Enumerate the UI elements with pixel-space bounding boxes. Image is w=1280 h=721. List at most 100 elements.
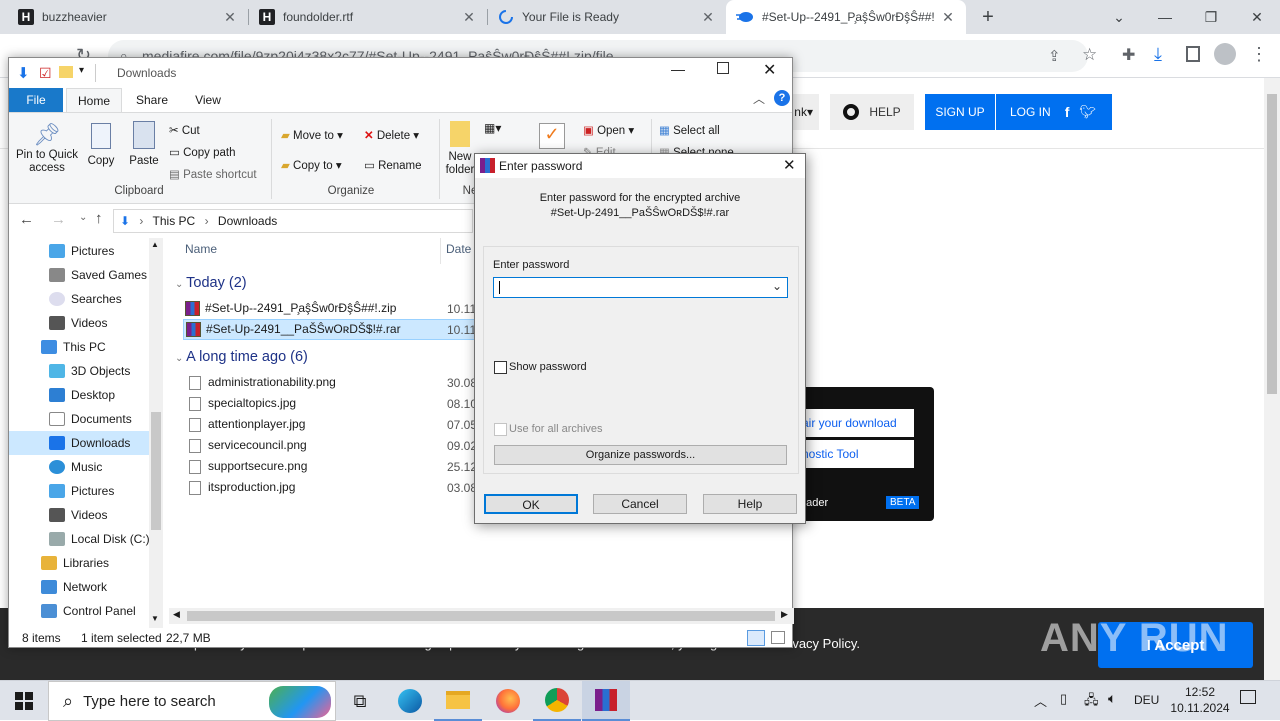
large-icons-view-icon[interactable] bbox=[771, 631, 785, 644]
breadcrumb[interactable]: ⬇ › This PC › Downloads bbox=[113, 209, 473, 233]
list-item[interactable]: #Set-Up--2491_P̧aş̂Ŝw0rĐş̂Ŝ##!.zip bbox=[185, 298, 485, 319]
properties-big-icon[interactable]: ✓ bbox=[539, 123, 565, 149]
tab-search-icon[interactable]: ⌄ bbox=[1096, 0, 1142, 34]
notifications-icon[interactable] bbox=[1240, 690, 1256, 704]
tab-buzzheavier[interactable]: H buzzheavier ✕ bbox=[8, 0, 248, 34]
list-item[interactable]: administrationability.png bbox=[189, 372, 336, 393]
nav-control-panel[interactable]: Control Panel bbox=[41, 599, 136, 623]
rename-button[interactable]: ▭ Rename bbox=[364, 158, 422, 172]
nav-this-pc[interactable]: This PC bbox=[41, 335, 106, 359]
clock-date[interactable]: 10.11.2024 bbox=[1162, 701, 1238, 715]
open-button[interactable]: ▣ Open ▾ bbox=[583, 123, 634, 137]
list-item[interactable]: itsproduction.jpg bbox=[189, 477, 295, 498]
ok-button[interactable]: OK bbox=[484, 494, 578, 514]
twitter-icon[interactable]: 🐦︎ bbox=[1079, 104, 1096, 120]
tab-close-icon[interactable]: ✕ bbox=[222, 9, 238, 26]
breadcrumb-this-pc[interactable]: This PC bbox=[153, 214, 196, 228]
help-button[interactable]: Help bbox=[703, 494, 797, 514]
list-item[interactable]: supportsecure.png bbox=[189, 456, 307, 477]
password-input[interactable]: ⌄ bbox=[493, 277, 788, 298]
language-indicator[interactable]: DEU bbox=[1134, 693, 1159, 707]
list-item[interactable]: servicecouncil.png bbox=[189, 435, 307, 456]
network-icon[interactable]: 🖧︎ bbox=[1084, 691, 1099, 713]
use-for-all-checkbox[interactable] bbox=[494, 423, 507, 436]
up-arrow-icon[interactable]: ↑ bbox=[95, 210, 103, 227]
tab-close-icon[interactable]: ✕ bbox=[461, 9, 477, 26]
nav-saved-games[interactable]: Saved Games bbox=[49, 263, 147, 287]
help-icon[interactable]: ? bbox=[774, 90, 790, 106]
nav-searches[interactable]: Searches bbox=[49, 287, 122, 311]
restore-icon[interactable]: ❐ bbox=[1188, 0, 1234, 34]
nav-local-disk[interactable]: Local Disk (C:) bbox=[49, 527, 150, 551]
tab-active-setup[interactable]: #Set-Up--2491_P̧aş̂Ŝw0rĐş̂Ŝ##! ✕ bbox=[726, 0, 966, 34]
nav-downloads[interactable]: Downloads bbox=[9, 431, 149, 455]
collapse-ribbon-icon[interactable]: ︿ bbox=[753, 90, 765, 107]
volume-icon[interactable]: 🔈︎ bbox=[1108, 690, 1116, 707]
group-long-ago[interactable]: ⌄ A long time ago (6) bbox=[175, 349, 308, 365]
tab-foundolder[interactable]: H foundolder.rtf ✕ bbox=[249, 0, 487, 34]
minimize-icon[interactable]: — bbox=[671, 61, 685, 77]
maximize-icon[interactable] bbox=[717, 62, 729, 74]
organize-passwords-button[interactable]: Organize passwords... bbox=[494, 445, 787, 465]
recent-locations-icon[interactable]: ⌄ bbox=[79, 212, 87, 223]
menu-kebab-icon[interactable]: ⋮ bbox=[1250, 44, 1268, 65]
forward-arrow-icon[interactable]: → bbox=[51, 211, 66, 228]
group-today[interactable]: ⌄ Today (2) bbox=[175, 275, 247, 291]
nav-music[interactable]: Music bbox=[49, 455, 102, 479]
device-icon[interactable]: ▯ bbox=[1060, 691, 1067, 707]
select-all-button[interactable]: ▦ Select all bbox=[659, 123, 720, 137]
file-explorer-app[interactable] bbox=[434, 681, 482, 721]
list-item-selected[interactable]: #Set-Up-2491__PaŠŜwOʀDŠ$!#.rar bbox=[183, 319, 483, 340]
chevron-down-icon[interactable]: ⌄ bbox=[772, 279, 782, 293]
show-hidden-icons[interactable]: ︿ bbox=[1034, 691, 1047, 710]
clock-time[interactable]: 12:52 bbox=[1170, 685, 1230, 699]
copy-button[interactable]: Copy bbox=[87, 121, 115, 167]
minimize-icon[interactable]: — bbox=[1142, 0, 1188, 34]
new-folder-qa-icon[interactable] bbox=[59, 66, 73, 78]
nav-libraries[interactable]: Libraries bbox=[41, 551, 109, 575]
close-window-icon[interactable]: ✕ bbox=[1234, 0, 1280, 34]
tab-file[interactable]: File bbox=[9, 88, 63, 112]
nav-videos[interactable]: Videos bbox=[49, 311, 107, 335]
winrar-app[interactable] bbox=[582, 681, 630, 721]
login-button[interactable]: LOG IN f 🐦︎ bbox=[996, 94, 1112, 130]
task-view-button[interactable]: ⧉ bbox=[336, 681, 384, 721]
list-item[interactable]: attentionplayer.jpg bbox=[189, 414, 305, 435]
file-list-hscrollbar[interactable]: ◀ ▶ bbox=[169, 608, 794, 624]
download-icon[interactable]: ⤓ bbox=[1154, 44, 1162, 65]
nav-documents[interactable]: Documents bbox=[49, 407, 132, 431]
nav-3d-objects[interactable]: 3D Objects bbox=[49, 359, 130, 383]
profile-avatar[interactable] bbox=[1214, 43, 1236, 65]
facebook-icon[interactable]: f bbox=[1065, 104, 1070, 120]
tab-home[interactable]: Home bbox=[66, 88, 122, 112]
breadcrumb-downloads[interactable]: Downloads bbox=[218, 214, 277, 228]
pin-quick-access-button[interactable]: 📌︎ Pin to Quick access bbox=[15, 121, 79, 175]
new-tab-button[interactable]: + bbox=[976, 5, 1000, 29]
new-folder-button[interactable]: New folder bbox=[445, 121, 475, 177]
side-panel-icon[interactable] bbox=[1186, 46, 1200, 62]
column-header-name[interactable]: Name bbox=[185, 242, 217, 256]
quick-access-dropdown-icon[interactable]: ▾ bbox=[79, 65, 84, 76]
tab-close-icon[interactable]: ✕ bbox=[700, 9, 716, 26]
show-password-checkbox[interactable] bbox=[494, 361, 507, 374]
paste-button[interactable]: Paste bbox=[129, 121, 159, 167]
paste-shortcut-button[interactable]: ▤ Paste shortcut bbox=[169, 167, 257, 181]
help-button[interactable]: HELP bbox=[830, 94, 914, 130]
nav-desktop[interactable]: Desktop bbox=[49, 383, 115, 407]
list-item[interactable]: specialtopics.jpg bbox=[189, 393, 296, 414]
edge-app[interactable] bbox=[386, 681, 434, 721]
details-view-icon[interactable] bbox=[747, 630, 765, 646]
nav-network[interactable]: Network bbox=[41, 575, 107, 599]
cut-button[interactable]: ✂ Cut bbox=[169, 123, 200, 137]
start-button[interactable] bbox=[0, 681, 48, 721]
copy-to-button[interactable]: ▰ Copy to ▾ bbox=[281, 158, 342, 172]
nav-scrollbar[interactable]: ▲ ▼ bbox=[149, 238, 163, 628]
firefox-app[interactable] bbox=[484, 681, 532, 721]
tab-file-ready[interactable]: Your File is Ready ✕ bbox=[488, 0, 726, 34]
chrome-app[interactable] bbox=[533, 681, 581, 721]
bookmark-star-icon[interactable]: ☆ bbox=[1082, 45, 1097, 65]
tab-view[interactable]: View bbox=[183, 88, 233, 112]
delete-button[interactable]: ✕ Delete ▾ bbox=[364, 128, 419, 142]
tab-close-icon[interactable]: ✕ bbox=[940, 9, 956, 26]
repair-download-link[interactable]: air your download bbox=[790, 409, 914, 437]
